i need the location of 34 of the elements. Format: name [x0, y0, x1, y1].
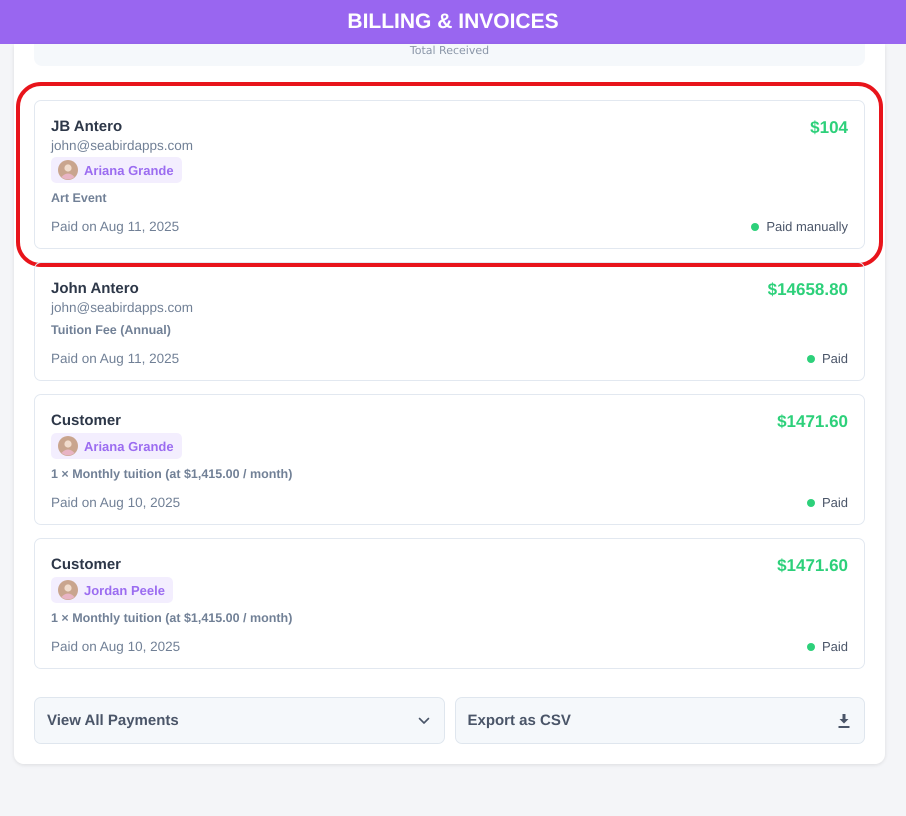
payer-name: John Antero	[51, 280, 139, 297]
view-payments-dropdown[interactable]: View All Payments	[34, 697, 444, 744]
payment-amount: $104	[810, 118, 848, 138]
paid-date: Paid on Aug 10, 2025	[51, 639, 180, 654]
payer-name: Customer	[51, 556, 122, 573]
payment-card[interactable]: Customer Jordan Peele 1 × Monthly tuition (at $1,415.00 / month) Paid on Aug 10, 2025 $1471.60 Paid	[34, 538, 865, 669]
paid-date: Paid on Aug 11, 2025	[51, 219, 180, 234]
payment-status: Paid manually	[766, 219, 848, 234]
payment-amount: $1471.60	[777, 412, 848, 432]
chevron-down-icon	[418, 716, 430, 724]
payer-email: john@seabirdapps.com	[51, 300, 194, 315]
payer-email: john@seabirdapps.com	[51, 138, 194, 153]
payer-name: JB Antero	[51, 118, 122, 135]
payment-status: Paid	[822, 351, 848, 366]
payment-card[interactable]: Customer Ariana Grande 1 × Monthly tuition (at $1,415.00 / month) Paid on Aug 10, 2025 $1471.60 Paid	[34, 394, 865, 525]
payment-status: Paid	[822, 495, 848, 510]
avatar-icon	[58, 160, 78, 180]
export-button[interactable]: Export as CSV	[454, 697, 865, 744]
page-title: BILLING & INVOICES	[347, 10, 559, 34]
avatar-icon	[58, 436, 78, 456]
download-icon	[838, 714, 850, 728]
payment-card[interactable]: John Antero john@seabirdapps.com Tuition Fee (Annual) Paid on Aug 11, 2025 $14658.80 Paid	[34, 262, 865, 381]
item-description: 1 × Monthly tuition (at $1,415.00 / month)	[51, 467, 292, 481]
paid-date: Paid on Aug 10, 2025	[51, 495, 180, 510]
total-received-label: Total Received	[410, 44, 490, 57]
payment-amount: $1471.60	[777, 556, 848, 576]
item-description: Tuition Fee (Annual)	[51, 323, 171, 337]
payer-name: Customer	[51, 412, 122, 429]
avatar-icon	[58, 580, 78, 600]
paid-date: Paid on Aug 11, 2025	[51, 351, 180, 366]
item-description: 1 × Monthly tuition (at $1,415.00 / month)	[51, 611, 292, 625]
payment-status: Paid	[822, 639, 848, 654]
payment-amount: $14658.80	[768, 280, 848, 300]
item-description: Art Event	[51, 191, 107, 205]
